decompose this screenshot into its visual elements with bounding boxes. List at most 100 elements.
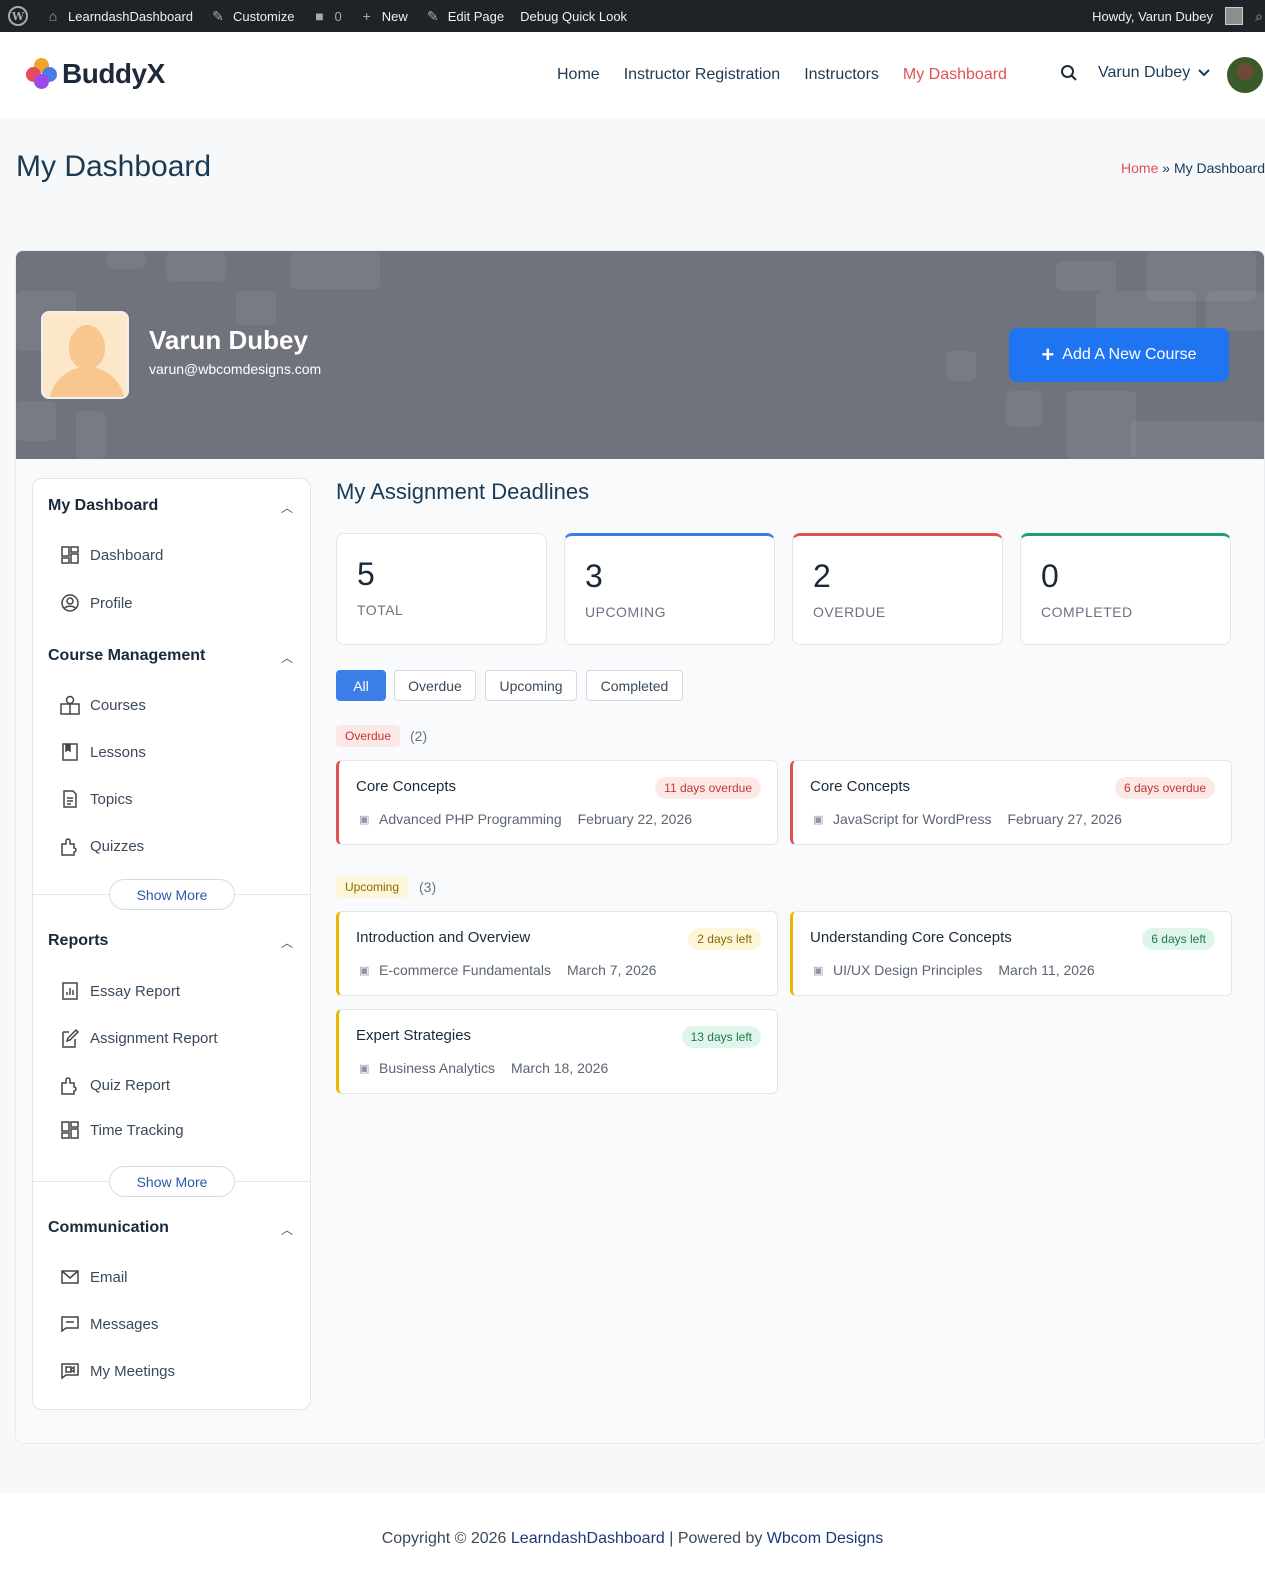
show-more-course-management-button[interactable]: Show More xyxy=(109,879,235,910)
edit-document-icon xyxy=(60,1028,80,1048)
grid-icon xyxy=(60,1120,80,1140)
site-name-link[interactable]: ⌂ LearndashDashboard xyxy=(36,0,201,32)
user-avatar[interactable] xyxy=(1225,55,1265,95)
user-menu[interactable]: Varun Dubey xyxy=(1098,64,1210,82)
sidebar-item-quiz-report[interactable]: Quiz Report xyxy=(60,1071,170,1099)
sidebar-item-email[interactable]: Email xyxy=(60,1263,128,1291)
status-badge: 6 days overdue xyxy=(1114,777,1215,799)
sidebar-item-profile[interactable]: Profile xyxy=(60,589,133,617)
report-chart-icon xyxy=(60,981,80,1001)
pencil-icon: ✎ xyxy=(426,7,439,24)
nav-home[interactable]: Home xyxy=(557,66,600,84)
wordpress-logo-button[interactable]: W xyxy=(0,0,36,32)
sidebar-item-messages[interactable]: Messages xyxy=(60,1310,158,1338)
admin-search-icon[interactable]: ⌕ xyxy=(1247,8,1265,25)
sidebar-item-lessons[interactable]: Lessons xyxy=(60,738,146,766)
stat-total: 5 TOTAL xyxy=(336,533,547,645)
sidebar-item-essay-report[interactable]: Essay Report xyxy=(60,977,180,1005)
site-header: BuddyX Home Instructor Registration Inst… xyxy=(0,32,1265,118)
puzzle-icon xyxy=(60,836,80,856)
logo-mark-icon xyxy=(26,58,58,90)
profile-avatar xyxy=(41,311,129,399)
breadcrumb-home-link[interactable]: Home xyxy=(1121,160,1158,176)
sidebar-item-my-meetings[interactable]: My Meetings xyxy=(60,1357,175,1385)
filter-upcoming-button[interactable]: Upcoming xyxy=(485,670,577,701)
grid-icon xyxy=(60,545,80,565)
overdue-group-badge: Overdue xyxy=(336,725,401,747)
filter-overdue-button[interactable]: Overdue xyxy=(394,670,476,701)
site-footer: Copyright © 2026 LearndashDashboard | Po… xyxy=(0,1493,1265,1584)
chevron-down-icon xyxy=(1198,69,1210,77)
bookmark-book-icon xyxy=(60,742,80,762)
profile-name: Varun Dubey xyxy=(149,325,308,355)
video-message-icon xyxy=(60,1361,80,1381)
status-badge: 2 days left xyxy=(688,928,761,950)
mail-icon xyxy=(60,1267,80,1287)
sidebar-item-dashboard[interactable]: Dashboard xyxy=(60,541,163,569)
overdue-group-count: (2) xyxy=(410,728,428,744)
breadcrumb-current: My Dashboard xyxy=(1173,160,1265,176)
status-badge: 6 days left xyxy=(1142,928,1215,950)
footer-wbcom-link[interactable]: Wbcom Designs xyxy=(767,1530,883,1548)
sidebar-section-communication[interactable]: Communication xyxy=(48,1219,169,1237)
sidebar-item-quizzes[interactable]: Quizzes xyxy=(60,832,144,860)
book-icon: ▣ xyxy=(359,813,370,826)
page-title-band: My Dashboard Home » My Dashboard xyxy=(0,118,1265,218)
deadline-card[interactable]: Core Concepts 6 days overdue ▣ JavaScrip… xyxy=(790,760,1232,845)
book-icon: ▣ xyxy=(359,964,370,977)
comment-icon: ■ xyxy=(315,8,324,24)
courses-icon xyxy=(60,695,80,715)
deadline-card[interactable]: Understanding Core Concepts 6 days left … xyxy=(790,911,1232,996)
account-menu[interactable]: Howdy, Varun Dubey xyxy=(1084,0,1247,32)
brush-icon: ✎ xyxy=(212,7,224,24)
upcoming-group-count: (3) xyxy=(419,879,437,895)
book-icon: ▣ xyxy=(813,813,824,826)
filter-completed-button[interactable]: Completed xyxy=(586,670,683,701)
debug-quick-look-link[interactable]: Debug Quick Look xyxy=(512,0,635,32)
dashboard-card: Varun Dubey varun@wbcomdesigns.com + Add… xyxy=(15,250,1265,1444)
sidebar-section-my-dashboard[interactable]: My Dashboard xyxy=(48,497,158,515)
filter-all-button[interactable]: All xyxy=(336,670,386,701)
document-icon xyxy=(60,789,80,809)
footer-site-link[interactable]: LearndashDashboard xyxy=(511,1530,665,1548)
stat-overdue: 2 OVERDUE xyxy=(792,533,1003,645)
search-icon[interactable] xyxy=(1060,64,1078,87)
status-badge: 11 days overdue xyxy=(655,777,761,799)
stat-completed: 0 COMPLETED xyxy=(1020,533,1231,645)
chevron-up-icon[interactable]: ︿ xyxy=(281,499,293,516)
upcoming-group-badge: Upcoming xyxy=(336,876,409,898)
site-logo[interactable]: BuddyX xyxy=(26,58,165,90)
sidebar-section-course-management[interactable]: Course Management xyxy=(48,647,205,665)
plus-icon: + xyxy=(362,8,371,24)
edit-page-link[interactable]: ✎ Edit Page xyxy=(416,0,512,32)
profile-cover: Varun Dubey varun@wbcomdesigns.com + Add… xyxy=(16,251,1264,459)
puzzle-icon xyxy=(60,1075,80,1095)
sidebar-section-reports[interactable]: Reports xyxy=(48,932,108,950)
comments-link[interactable]: ■ 0 xyxy=(302,0,349,32)
sidebar-item-assignment-report[interactable]: Assignment Report xyxy=(60,1024,218,1052)
page-title: My Dashboard xyxy=(16,150,212,183)
sidebar-item-topics[interactable]: Topics xyxy=(60,785,133,813)
breadcrumb: Home » My Dashboard xyxy=(1121,160,1265,176)
deadline-card[interactable]: Expert Strategies 13 days left ▣ Busines… xyxy=(336,1009,778,1094)
book-icon: ▣ xyxy=(813,964,824,977)
deadline-card[interactable]: Introduction and Overview 2 days left ▣ … xyxy=(336,911,778,996)
main-nav: Home Instructor Registration Instructors… xyxy=(557,32,1007,118)
show-more-reports-button[interactable]: Show More xyxy=(109,1166,235,1197)
customize-link[interactable]: ✎ Customize xyxy=(201,0,302,32)
chevron-up-icon[interactable]: ︿ xyxy=(281,1221,293,1238)
nav-instructors[interactable]: Instructors xyxy=(804,66,879,84)
nav-instructor-registration[interactable]: Instructor Registration xyxy=(624,66,781,84)
add-new-course-button[interactable]: + Add A New Course xyxy=(1009,328,1229,382)
admin-bar: W ⌂ LearndashDashboard ✎ Customize ■ 0 + New… xyxy=(0,0,1265,32)
deadlines-title: My Assignment Deadlines xyxy=(336,479,590,504)
new-content-link[interactable]: + New xyxy=(350,0,416,32)
sidebar-item-time-tracking[interactable]: Time Tracking xyxy=(60,1116,184,1144)
deadline-card[interactable]: Core Concepts 11 days overdue ▣ Advanced… xyxy=(336,760,778,845)
sidebar-item-courses[interactable]: Courses xyxy=(60,691,146,719)
chevron-up-icon[interactable]: ︿ xyxy=(281,649,293,666)
profile-email: varun@wbcomdesigns.com xyxy=(149,361,322,377)
nav-my-dashboard[interactable]: My Dashboard xyxy=(903,66,1007,84)
chevron-up-icon[interactable]: ︿ xyxy=(281,934,293,951)
user-circle-icon xyxy=(60,593,80,613)
